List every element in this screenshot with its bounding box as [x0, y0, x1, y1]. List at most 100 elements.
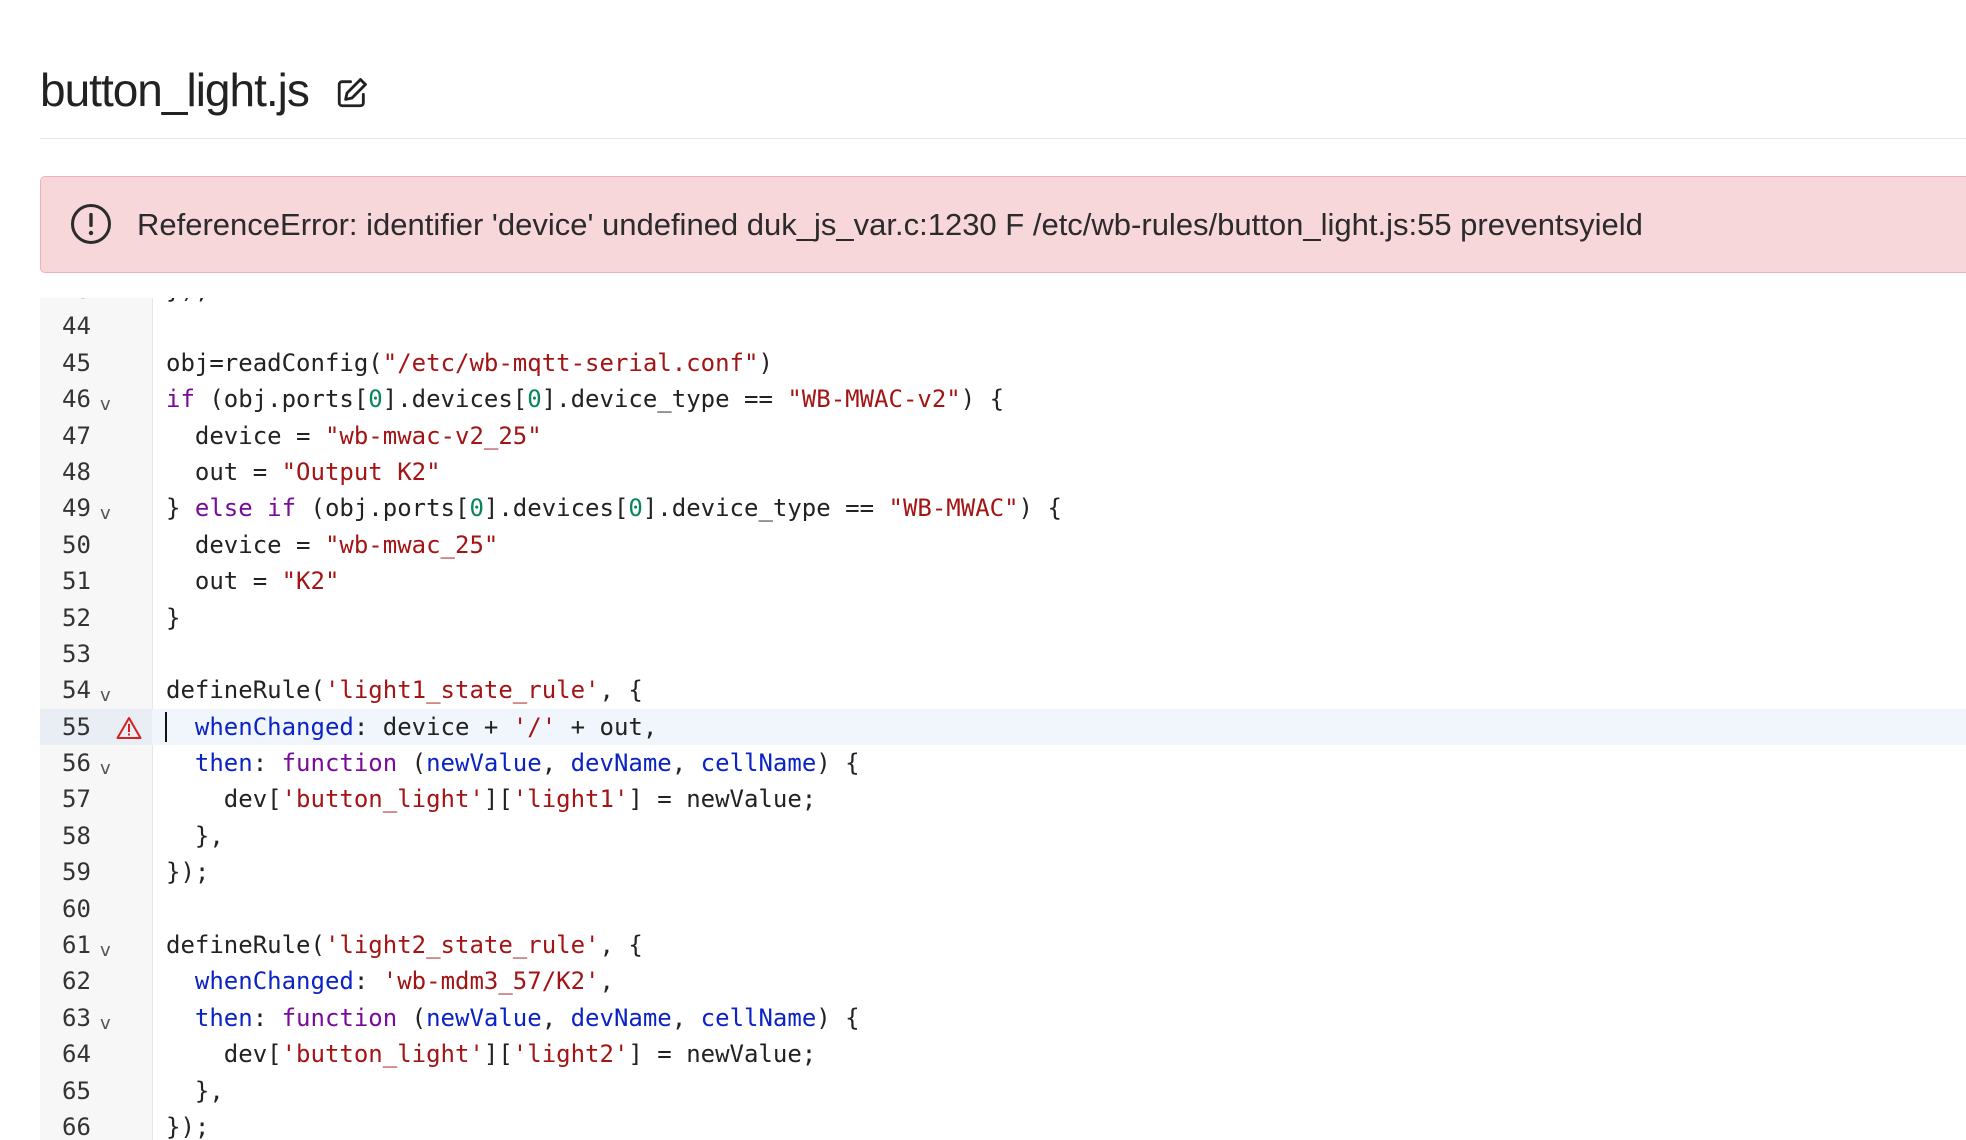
- code-token: },: [166, 821, 224, 850]
- line-number-cell: 43: [40, 298, 152, 308]
- code-line[interactable]: 60: [40, 891, 1966, 927]
- code-token: :: [353, 967, 383, 996]
- code-token: ].devices[: [483, 494, 629, 523]
- code-token: whenChanged: [194, 967, 354, 996]
- code-token: }: [166, 494, 195, 523]
- code-token: });: [166, 1112, 210, 1140]
- code-line[interactable]: 50 device = "wb-mwac_25": [40, 527, 1966, 563]
- line-number: 57: [62, 785, 91, 814]
- code-token: :: [252, 749, 282, 778]
- code-line[interactable]: 61 v defineRule('light2_state_rule', {: [40, 927, 1966, 963]
- code-text: dev['button_light']['light2'] = newValue…: [166, 1036, 816, 1072]
- code-token: });: [166, 298, 209, 304]
- code-token: ): [758, 348, 773, 377]
- line-number: 59: [62, 858, 91, 887]
- code-token: if: [166, 385, 195, 414]
- code-token: function: [281, 1003, 398, 1032]
- code-line[interactable]: 51 out = "K2": [40, 563, 1966, 599]
- line-number-cell: 53: [40, 636, 152, 672]
- code-line[interactable]: 56 v then: function (newValue, devName, c…: [40, 745, 1966, 781]
- code-token: ,: [541, 1003, 571, 1032]
- code-text: obj=readConfig("/etc/wb-mqtt-serial.conf…: [166, 345, 773, 381]
- code-token: ,: [671, 1003, 701, 1032]
- code-token: ) {: [816, 749, 860, 778]
- line-number: 64: [62, 1040, 91, 1069]
- code-token: 'button_light': [281, 1040, 484, 1069]
- code-text: if (obj.ports[0].devices[0].device_type …: [166, 381, 1004, 417]
- code-lines[interactable]: 43}); 44 45 obj=readConfig("/etc/wb-mqtt-se…: [40, 298, 1966, 1140]
- line-number: 43: [62, 298, 91, 308]
- line-number-cell: 60: [40, 891, 152, 927]
- edit-icon[interactable]: [335, 76, 369, 110]
- code-line[interactable]: 43});: [40, 298, 1966, 308]
- code-line[interactable]: 64 dev['button_light']['light2'] = newVa…: [40, 1036, 1966, 1072]
- code-line[interactable]: 58 },: [40, 818, 1966, 854]
- line-number: 66: [62, 1112, 91, 1140]
- line-number: 46: [62, 385, 91, 414]
- code-text: },: [166, 818, 224, 854]
- line-number-cell: 48: [40, 454, 152, 490]
- code-token: whenChanged: [194, 712, 354, 741]
- code-token: "wb-mwac_25": [324, 530, 499, 559]
- line-number-cell: 51: [40, 563, 152, 599]
- line-number: 58: [62, 821, 91, 850]
- code-token: , {: [599, 931, 643, 960]
- code-token: + out,: [556, 712, 658, 741]
- code-line[interactable]: 49 v} else if (obj.ports[0].devices[0].de…: [40, 490, 1966, 526]
- code-token: :: [252, 1003, 282, 1032]
- code-token: out =: [166, 457, 282, 486]
- code-line[interactable]: 65 },: [40, 1073, 1966, 1109]
- code-line[interactable]: 45 obj=readConfig("/etc/wb-mqtt-serial.co…: [40, 345, 1966, 381]
- exclamation-circle-icon: [71, 204, 111, 244]
- code-line[interactable]: 46 v if (obj.ports[0].devices[0].device_ty…: [40, 381, 1966, 417]
- code-token: (obj.ports[: [194, 385, 369, 414]
- code-text: });: [166, 298, 209, 308]
- code-line[interactable]: 44: [40, 308, 1966, 344]
- code-token: (: [397, 749, 427, 778]
- code-line[interactable]: 48 out = "Output K2": [40, 454, 1966, 490]
- code-token: ,: [671, 749, 701, 778]
- line-number-cell: 49 v: [40, 490, 152, 526]
- line-number-cell: 63 v: [40, 1000, 152, 1036]
- code-token: "wb-mwac-v2_25": [324, 421, 542, 450]
- code-line[interactable]: 55 whenChanged: device + '/' + out,: [40, 708, 1966, 746]
- code-token: cellName: [700, 749, 817, 778]
- code-token: },: [166, 1076, 224, 1105]
- code-line[interactable]: 52}: [40, 600, 1966, 636]
- code-text: then: function (newValue, devName, cellN…: [166, 1000, 860, 1036]
- code-token: (obj.ports[: [296, 494, 470, 523]
- code-text: },: [166, 1073, 224, 1109]
- code-token: dev[: [166, 785, 282, 814]
- code-token: devName: [570, 749, 672, 778]
- line-number-cell: 50: [40, 527, 152, 563]
- code-line[interactable]: 53: [40, 636, 1966, 672]
- code-token: then: [194, 1003, 253, 1032]
- line-number-cell: 56 v: [40, 745, 152, 781]
- line-number: 51: [62, 567, 91, 596]
- code-text: device = "wb-mwac-v2_25": [166, 418, 542, 454]
- code-line[interactable]: 57 dev['button_light']['light1'] = newVa…: [40, 781, 1966, 817]
- code-line[interactable]: 63 v then: function (newValue, devName, c…: [40, 1000, 1966, 1036]
- line-number-cell: 62: [40, 963, 152, 999]
- code-line[interactable]: 66});: [40, 1109, 1966, 1140]
- code-token: "Output K2": [281, 457, 441, 486]
- line-number-cell: 47: [40, 418, 152, 454]
- line-number-cell: 59: [40, 854, 152, 890]
- line-number: 55: [62, 712, 91, 741]
- code-token: 'button_light': [281, 785, 484, 814]
- code-line[interactable]: 62 whenChanged: 'wb-mdm3_57/K2',: [40, 963, 1966, 999]
- code-editor[interactable]: 43}); 44 45 obj=readConfig("/etc/wb-mqtt-se…: [40, 298, 1966, 1140]
- line-number-cell: 44: [40, 308, 152, 344]
- code-line[interactable]: 54 v defineRule('light1_state_rule', {: [40, 672, 1966, 708]
- code-token: then: [194, 749, 253, 778]
- error-warning-icon[interactable]: [116, 716, 142, 740]
- line-number: 65: [62, 1076, 91, 1105]
- line-number: 61: [62, 931, 91, 960]
- line-number-cell: 54 v: [40, 672, 152, 708]
- code-token: : device +: [353, 712, 513, 741]
- code-line[interactable]: 59});: [40, 854, 1966, 890]
- code-token: ) {: [816, 1003, 860, 1032]
- code-line[interactable]: 47 device = "wb-mwac-v2_25": [40, 418, 1966, 454]
